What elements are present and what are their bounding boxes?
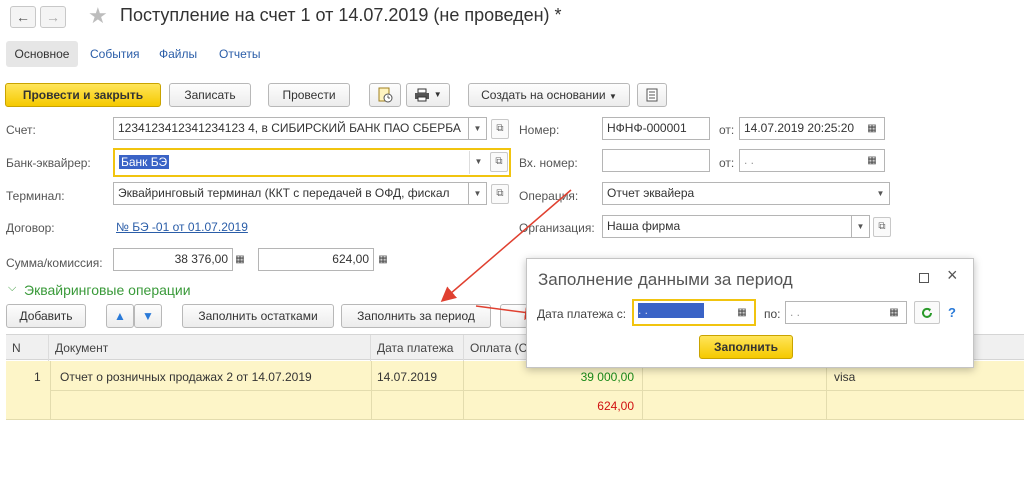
close-icon[interactable]: × — [947, 265, 958, 286]
date-to-label: по: — [764, 307, 781, 321]
maximize-icon[interactable] — [919, 273, 929, 283]
fill-period-dialog: Заполнение данными за период × Дата плат… — [526, 258, 974, 368]
refresh-button[interactable] — [914, 301, 940, 324]
help-button[interactable]: ? — [948, 305, 956, 320]
fill-button[interactable]: Заполнить — [699, 335, 793, 359]
dialog-title: Заполнение данными за период — [538, 270, 793, 289]
annotation-arrows — [440, 189, 572, 320]
calendar-icon[interactable]: ▦ — [885, 302, 903, 323]
calendar-icon[interactable]: ▦ — [733, 302, 751, 323]
date-from-label: Дата платежа с: — [537, 307, 627, 321]
refresh-icon — [922, 307, 932, 318]
date-from-value: . . — [638, 303, 704, 318]
